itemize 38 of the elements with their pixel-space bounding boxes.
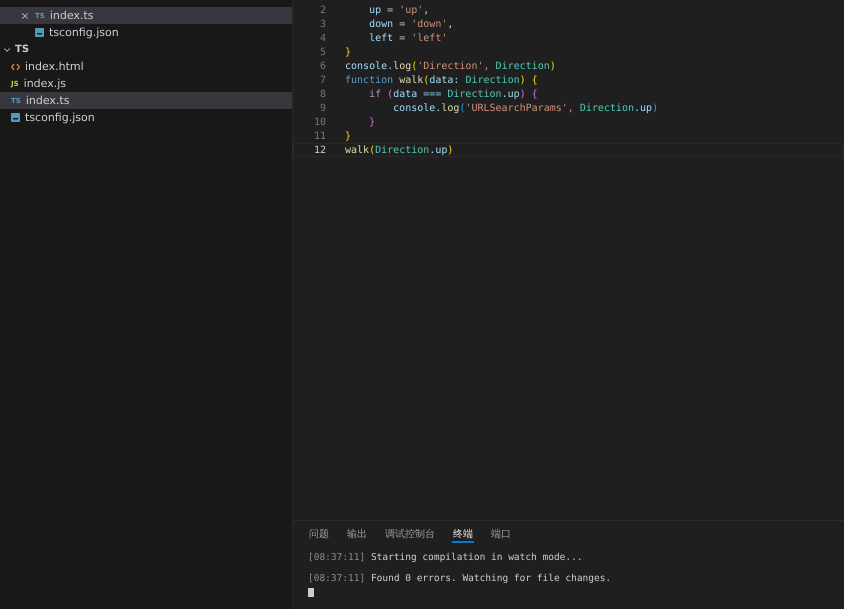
panel-tab[interactable]: 终端 bbox=[452, 527, 474, 543]
line-number: 3 bbox=[318, 18, 326, 30]
code-line: } bbox=[345, 46, 352, 58]
code-line: if (data === Direction.up) { bbox=[368, 88, 538, 100]
open-editor-item[interactable]: tsconfig.json bbox=[0, 24, 292, 41]
code-line: walk(Direction.up) bbox=[345, 144, 454, 156]
panel-tab[interactable]: 问题 bbox=[308, 527, 330, 543]
close-icon[interactable] bbox=[20, 10, 30, 20]
code-line: console.log('Direction', Direction) bbox=[345, 60, 556, 72]
line-number: 9 bbox=[318, 102, 326, 114]
code-line: up = 'up', bbox=[368, 4, 430, 16]
config-file-icon bbox=[35, 28, 44, 37]
file-tree-item[interactable]: tsconfig.json bbox=[0, 109, 292, 126]
line-number: 8 bbox=[318, 88, 326, 100]
code-line: } bbox=[345, 130, 352, 142]
code-line: function walk(data: Direction) { bbox=[345, 74, 538, 86]
folder-header[interactable]: TS bbox=[0, 41, 292, 58]
line-number: 12 bbox=[312, 144, 326, 156]
line-number: 4 bbox=[318, 32, 326, 44]
line-number: 2 bbox=[318, 4, 326, 16]
config-file-icon bbox=[11, 113, 20, 122]
panel-tab[interactable]: 调试控制台 bbox=[384, 527, 436, 543]
terminal-line: [08:37:11] Found 0 errors. Watching for file changes. bbox=[308, 573, 612, 584]
line-number: 7 bbox=[318, 74, 326, 86]
line-number: 11 bbox=[312, 130, 326, 142]
line-number: 5 bbox=[318, 46, 326, 58]
code-brackets-icon bbox=[11, 62, 20, 70]
terminal-cursor bbox=[308, 588, 314, 597]
code-line: } bbox=[368, 116, 376, 128]
panel-tab[interactable]: 输出 bbox=[346, 527, 368, 543]
line-number: 10 bbox=[312, 116, 326, 128]
code-line: down = 'down', bbox=[368, 18, 454, 30]
panel-tab[interactable]: 端口 bbox=[490, 527, 512, 543]
code-line: left = 'left' bbox=[368, 32, 448, 44]
code-line: console.log('URLSearchParams', Direction.up) bbox=[392, 102, 658, 114]
line-number: 6 bbox=[318, 60, 326, 72]
terminal-line: [08:37:11] Starting compilation in watch mode... bbox=[308, 552, 584, 563]
file-tree-item[interactable]: index.html bbox=[0, 58, 292, 75]
